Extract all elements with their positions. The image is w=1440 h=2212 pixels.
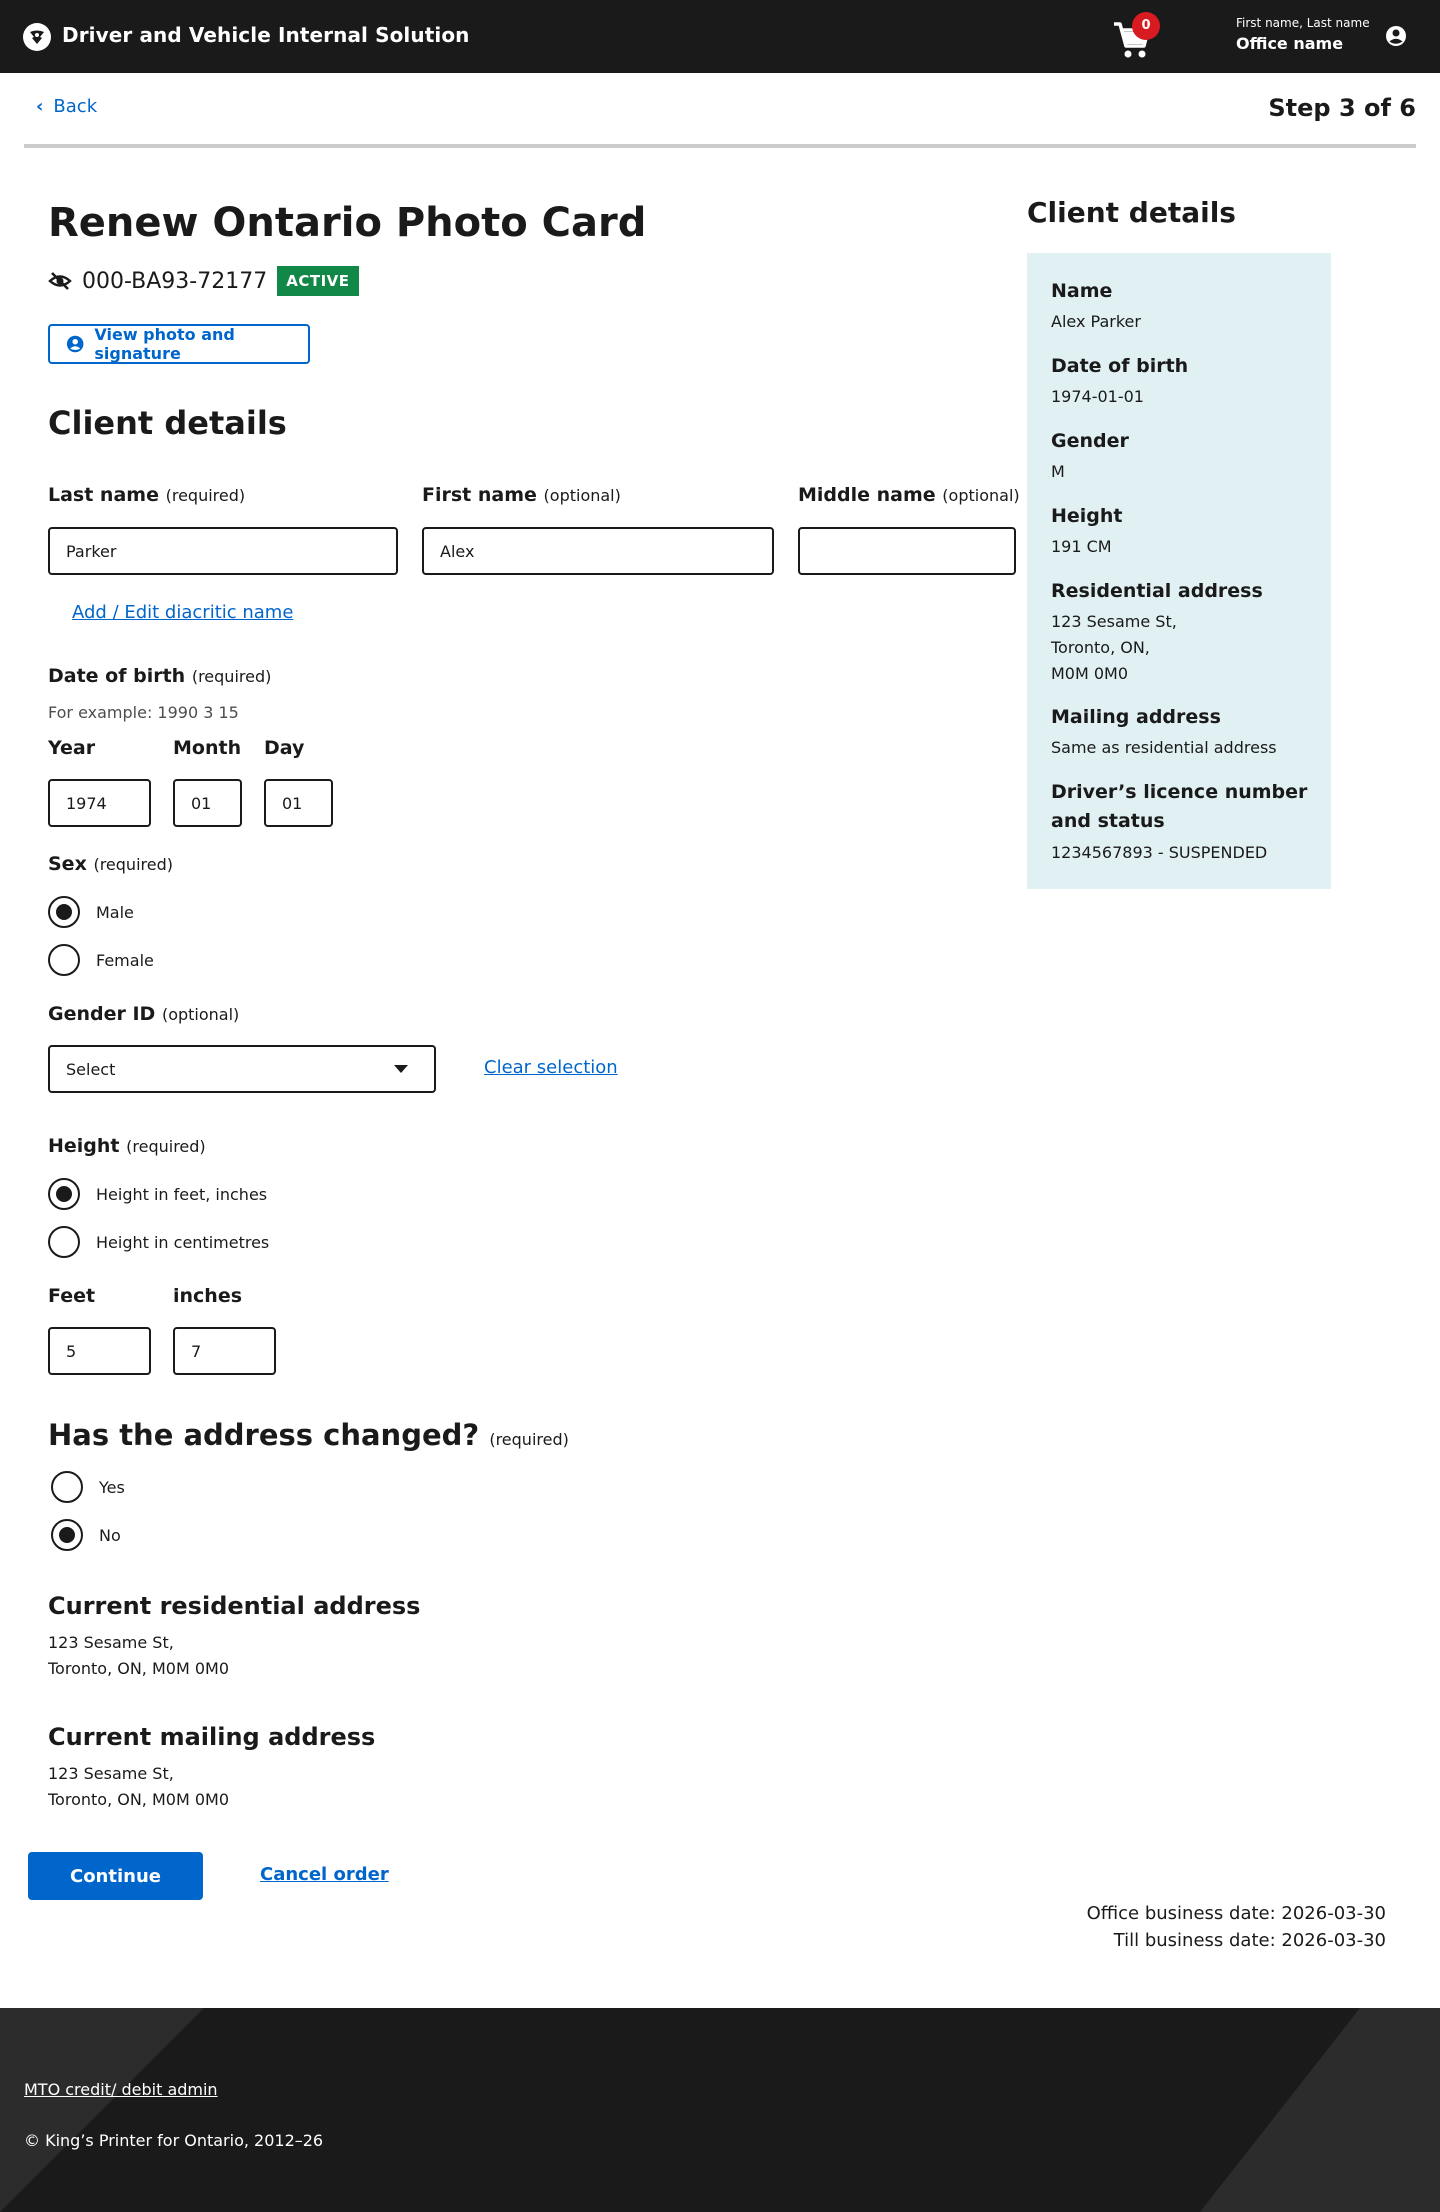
last-name-input[interactable]: Parker	[48, 527, 398, 575]
sex-female-radio[interactable]: Female	[48, 944, 154, 976]
address-changed-no-radio[interactable]: No	[51, 1519, 121, 1551]
radio-label: Male	[96, 902, 134, 922]
day-label: Day	[264, 737, 305, 759]
top-header: Driver and Vehicle Internal Solution 0 F…	[0, 0, 1440, 73]
year-input[interactable]: 1974	[48, 779, 151, 827]
inches-label: inches	[173, 1285, 243, 1307]
office-business-date: Office business date: 2026-03-30	[1086, 1903, 1386, 1924]
header-divider	[24, 144, 1416, 148]
height-label: Height (required)	[48, 1135, 206, 1157]
diacritic-name-link[interactable]: Add / Edit diacritic name	[72, 602, 293, 623]
app-title: Driver and Vehicle Internal Solution	[62, 23, 470, 47]
first-name-label: First name (optional)	[422, 484, 621, 506]
dob-label: Date of birth (required)	[48, 665, 272, 687]
page-title: Renew Ontario Photo Card	[48, 200, 647, 246]
sidebar-title: Client details	[1027, 196, 1236, 229]
view-photo-label: View photo and signature	[94, 325, 235, 363]
user-name: First name, Last name	[1236, 16, 1370, 30]
sidebar-gender-value: M	[1051, 462, 1065, 481]
footer-decoration	[1360, 2008, 1440, 2212]
sidebar-dob-value: 1974-01-01	[1051, 387, 1144, 406]
gender-id-select[interactable]: Select	[48, 1045, 436, 1093]
day-input[interactable]: 01	[264, 779, 333, 827]
card-number: 000-BA93-72177	[82, 268, 268, 294]
mailing-address-text: 123 Sesame St, Toronto, ON, M0M 0M0	[48, 1764, 230, 1809]
sidebar-residential-label: Residential address	[1051, 580, 1263, 602]
middle-name-input[interactable]	[798, 527, 1016, 575]
radio-selected-indicator	[48, 1178, 80, 1210]
radio-label: Yes	[99, 1477, 125, 1497]
status-badge: ACTIVE	[277, 266, 359, 296]
sidebar-residential-value: 123 Sesame St, Toronto, ON, M0M 0M0	[1051, 612, 1177, 683]
middle-name-label: Middle name (optional)	[798, 484, 1020, 506]
back-label: Back	[53, 96, 98, 117]
first-name-input[interactable]: Alex	[422, 527, 774, 575]
sidebar-licence-label: Driver’s licence number and status	[1051, 781, 1308, 832]
radio-indicator	[48, 1226, 80, 1258]
gender-id-label: Gender ID (optional)	[48, 1003, 240, 1025]
mailing-address-title: Current mailing address	[48, 1723, 376, 1751]
year-label: Year	[48, 737, 96, 759]
sidebar-dob-label: Date of birth	[1051, 355, 1189, 377]
continue-button[interactable]: Continue	[28, 1852, 203, 1900]
card-number-row: 000-BA93-72177 ACTIVE	[48, 266, 359, 296]
last-name-label: Last name (required)	[48, 484, 246, 506]
footer: MTO credit/ debit admin © King’s Printer…	[0, 2008, 1440, 2212]
ontario-logo-icon	[23, 23, 51, 51]
radio-indicator	[48, 944, 80, 976]
back-link[interactable]: ‹ Back	[36, 96, 97, 117]
feet-input[interactable]: 5	[48, 1327, 151, 1375]
sidebar-height-value: 191 CM	[1051, 537, 1112, 556]
select-value: Select	[66, 1059, 116, 1079]
radio-label: Female	[96, 950, 154, 970]
footer-decoration	[1200, 2008, 1360, 2212]
residential-address-title: Current residential address	[48, 1592, 421, 1620]
height-cm-radio[interactable]: Height in centimetres	[48, 1226, 269, 1258]
month-label: Month	[173, 737, 242, 759]
inches-input[interactable]: 7	[173, 1327, 276, 1375]
sidebar-height-label: Height	[1051, 505, 1123, 527]
footer-copyright: © King’s Printer for Ontario, 2012–26	[24, 2131, 324, 2150]
address-changed-yes-radio[interactable]: Yes	[51, 1471, 125, 1503]
sidebar-name-label: Name	[1051, 280, 1113, 302]
sidebar-gender-label: Gender	[1051, 430, 1129, 452]
sidebar-licence-value: 1234567893 - SUSPENDED	[1051, 843, 1268, 862]
feet-label: Feet	[48, 1285, 96, 1307]
account-icon[interactable]	[1385, 25, 1407, 47]
radio-label: Height in centimetres	[96, 1232, 270, 1252]
office-name: Office name	[1236, 34, 1344, 53]
view-photo-button[interactable]: View photo and signature	[48, 324, 310, 364]
chevron-down-icon	[394, 1065, 408, 1073]
till-business-date: Till business date: 2026-03-30	[1113, 1930, 1386, 1951]
chevron-left-icon: ‹	[36, 96, 44, 117]
radio-selected-indicator	[48, 896, 80, 928]
height-feet-radio[interactable]: Height in feet, inches	[48, 1178, 267, 1210]
residential-address-text: 123 Sesame St, Toronto, ON, M0M 0M0	[48, 1633, 230, 1678]
clear-selection-link[interactable]: Clear selection	[484, 1057, 618, 1078]
footer-decoration	[0, 2008, 204, 2212]
cancel-order-link[interactable]: Cancel order	[260, 1864, 389, 1885]
address-changed-label: Has the address changed? (required)	[48, 1418, 569, 1452]
cart-count-badge: 0	[1132, 12, 1160, 40]
sex-male-radio[interactable]: Male	[48, 896, 134, 928]
section-title: Client details	[48, 404, 287, 442]
footer-admin-link[interactable]: MTO credit/ debit admin	[24, 2080, 218, 2099]
sidebar-mailing-label: Mailing address	[1051, 706, 1221, 728]
radio-selected-indicator	[51, 1519, 83, 1551]
radio-label: No	[99, 1525, 121, 1545]
person-icon	[66, 335, 84, 353]
step-indicator: Step 3 of 6	[1268, 94, 1416, 122]
client-details-panel: Name Alex Parker Date of birth 1974-01-0…	[1027, 253, 1331, 889]
radio-label: Height in feet, inches	[96, 1184, 268, 1204]
sidebar-name-value: Alex Parker	[1051, 312, 1141, 331]
month-input[interactable]: 01	[173, 779, 242, 827]
sex-label: Sex (required)	[48, 853, 173, 875]
dob-hint: For example: 1990 3 15	[48, 703, 239, 722]
sidebar-mailing-value: Same as residential address	[1051, 738, 1277, 757]
eye-off-icon[interactable]	[48, 269, 72, 293]
radio-indicator	[51, 1471, 83, 1503]
